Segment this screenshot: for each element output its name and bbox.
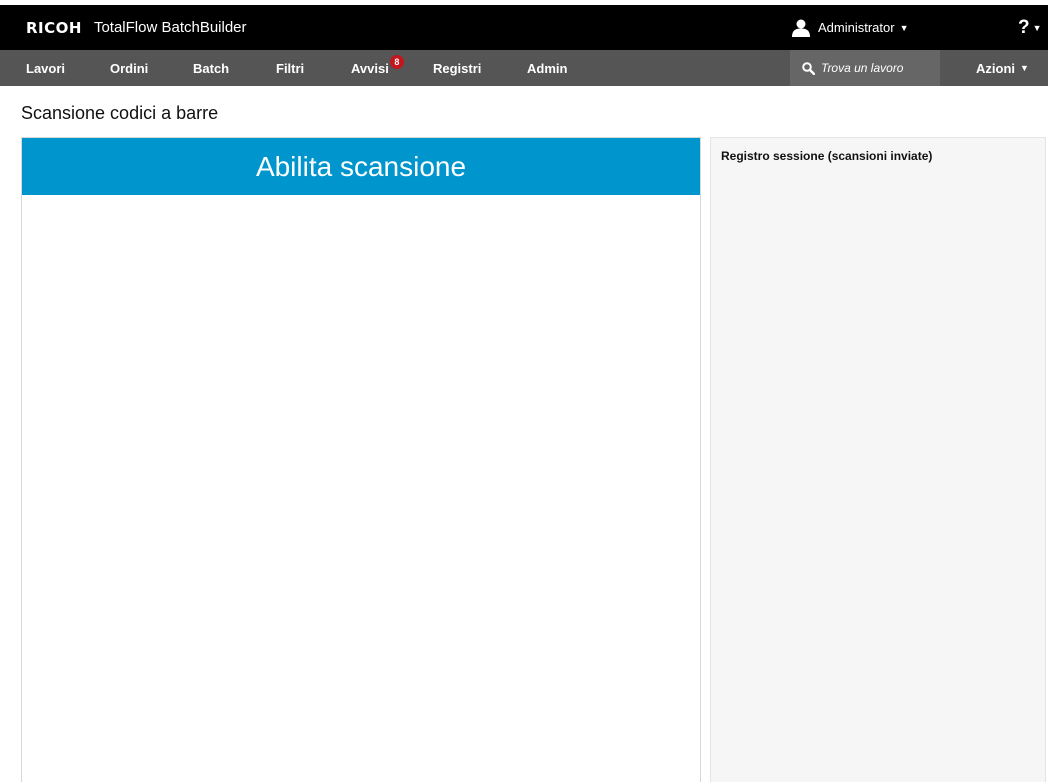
nav-item-admin[interactable]: Admin [527, 50, 567, 86]
session-log-panel: Registro sessione (scansioni inviate) [710, 137, 1046, 782]
nav-item-label: Filtri [276, 60, 305, 76]
user-name: Administrator [818, 20, 895, 35]
job-search-input[interactable]: Trova un lavoro [790, 50, 940, 86]
notification-badge: 8 [389, 55, 404, 69]
nav-item-avvisi[interactable]: Avvisi 8 [351, 50, 404, 86]
nav-item-registri[interactable]: Registri [433, 50, 481, 86]
ricoh-logo: RICOH [26, 18, 82, 37]
product-name: TotalFlow BatchBuilder [93, 19, 247, 36]
nav-item-label: Lavori [26, 60, 66, 76]
help-menu[interactable]: ? ▼ [1018, 5, 1042, 50]
search-icon [802, 61, 815, 75]
nav-item-ordini[interactable]: Ordini [110, 50, 148, 86]
nav-item-label: Registri [433, 60, 482, 76]
scan-panel: Abilita scansione [21, 137, 701, 782]
search-placeholder: Trova un lavoro [821, 61, 904, 75]
enable-scan-button[interactable]: Abilita scansione [22, 138, 700, 195]
brand: RICOH TotalFlow BatchBuilder [26, 5, 247, 50]
actions-label: Azioni [976, 60, 1015, 76]
nav-item-batch[interactable]: Batch [193, 50, 229, 86]
nav-item-filtri[interactable]: Filtri [276, 50, 304, 86]
actions-menu[interactable]: Azioni ▼ [976, 50, 1029, 86]
caret-down-icon: ▼ [1020, 63, 1029, 73]
top-header: RICOH TotalFlow BatchBuilder Administrat… [0, 0, 1048, 50]
user-menu[interactable]: Administrator ▼ [792, 5, 909, 50]
caret-down-icon: ▼ [1032, 22, 1042, 33]
page-title: Scansione codici a barre [21, 103, 219, 123]
nav-item-lavori[interactable]: Lavori [26, 50, 65, 86]
nav-item-label: Avvisi [351, 60, 389, 76]
user-icon [792, 19, 810, 37]
caret-down-icon: ▼ [899, 22, 909, 33]
nav-item-label: Ordini [110, 60, 149, 76]
main-nav: Lavori Ordini Batch Filtri Avvisi 8 Regi… [0, 50, 1048, 86]
nav-item-label: Batch [193, 60, 230, 76]
top-header-bar: RICOH TotalFlow BatchBuilder Administrat… [0, 5, 1048, 50]
nav-item-label: Admin [527, 60, 568, 76]
session-log-title: Registro sessione (scansioni inviate) [721, 149, 933, 163]
help-icon: ? [1018, 16, 1030, 38]
